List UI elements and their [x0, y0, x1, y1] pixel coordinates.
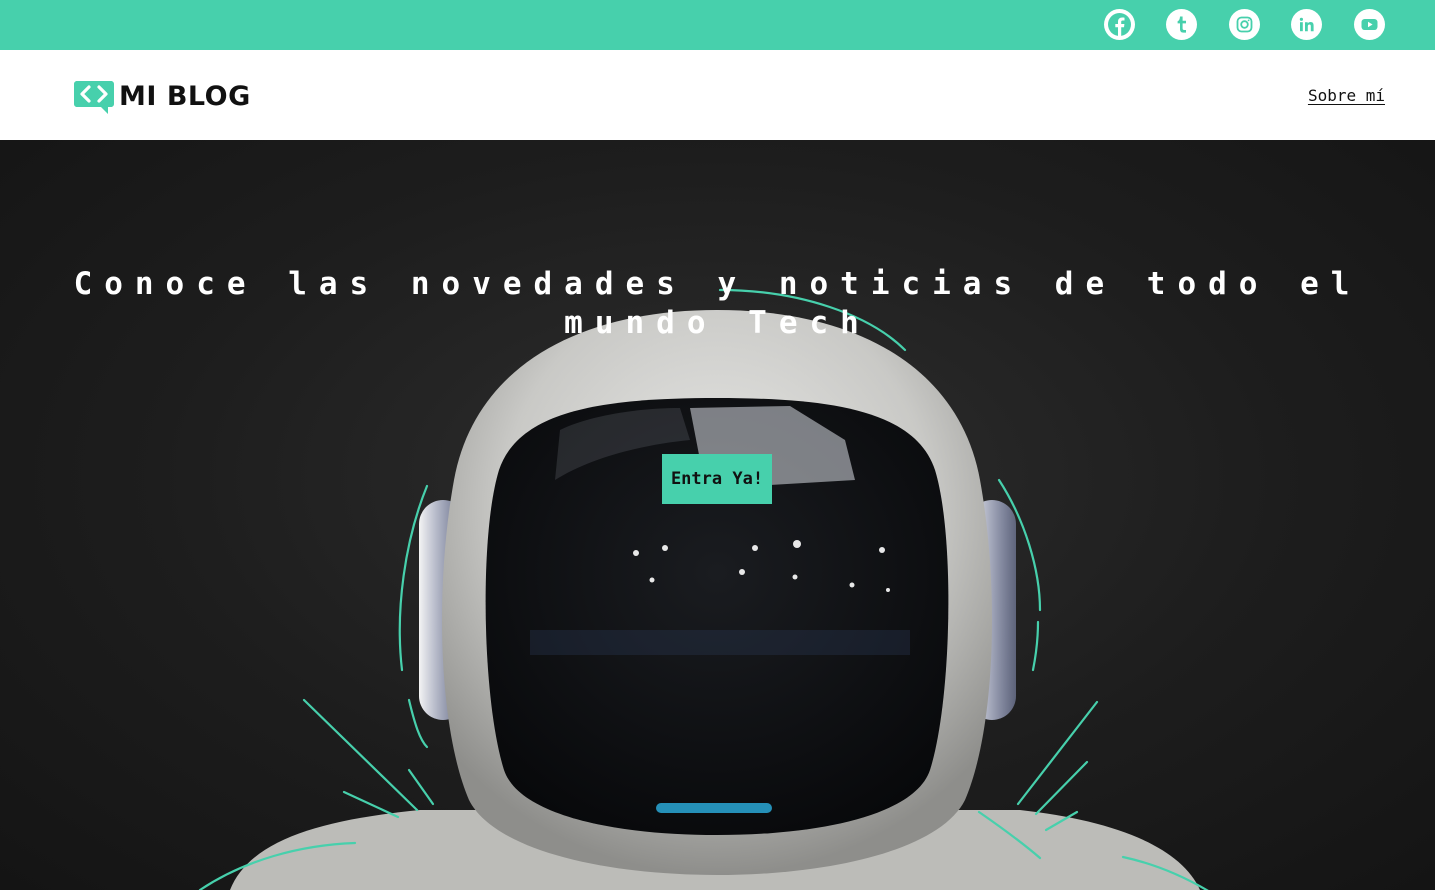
logo-text: MI BLOG: [119, 80, 251, 112]
entra-ya-button[interactable]: Entra Ya!: [662, 454, 772, 504]
hero-background-image: [198, 288, 1209, 890]
youtube-icon: [1361, 19, 1378, 30]
youtube-link[interactable]: [1354, 9, 1385, 40]
code-chat-bubble-icon: [74, 81, 114, 114]
hero-title: Conoce las novedades y noticias de todo …: [73, 266, 1362, 341]
nav-link-sobre-mi[interactable]: Sobre mí: [1308, 86, 1385, 105]
site-logo[interactable]: MI BLOG: [74, 78, 251, 114]
social-topbar: [0, 0, 1435, 50]
instagram-link[interactable]: [1229, 9, 1260, 40]
tumblr-link[interactable]: [1166, 9, 1197, 40]
instagram-icon: [1236, 16, 1253, 33]
facebook-link[interactable]: [1104, 9, 1135, 40]
main-navbar: MI BLOG Sobre mí: [0, 50, 1435, 140]
linkedin-icon: [1299, 17, 1314, 32]
tumblr-icon: [1177, 16, 1186, 33]
hero-section: Conoce las novedades y noticias de todo …: [0, 140, 1435, 890]
linkedin-link[interactable]: [1291, 9, 1322, 40]
facebook-icon: [1108, 13, 1131, 36]
